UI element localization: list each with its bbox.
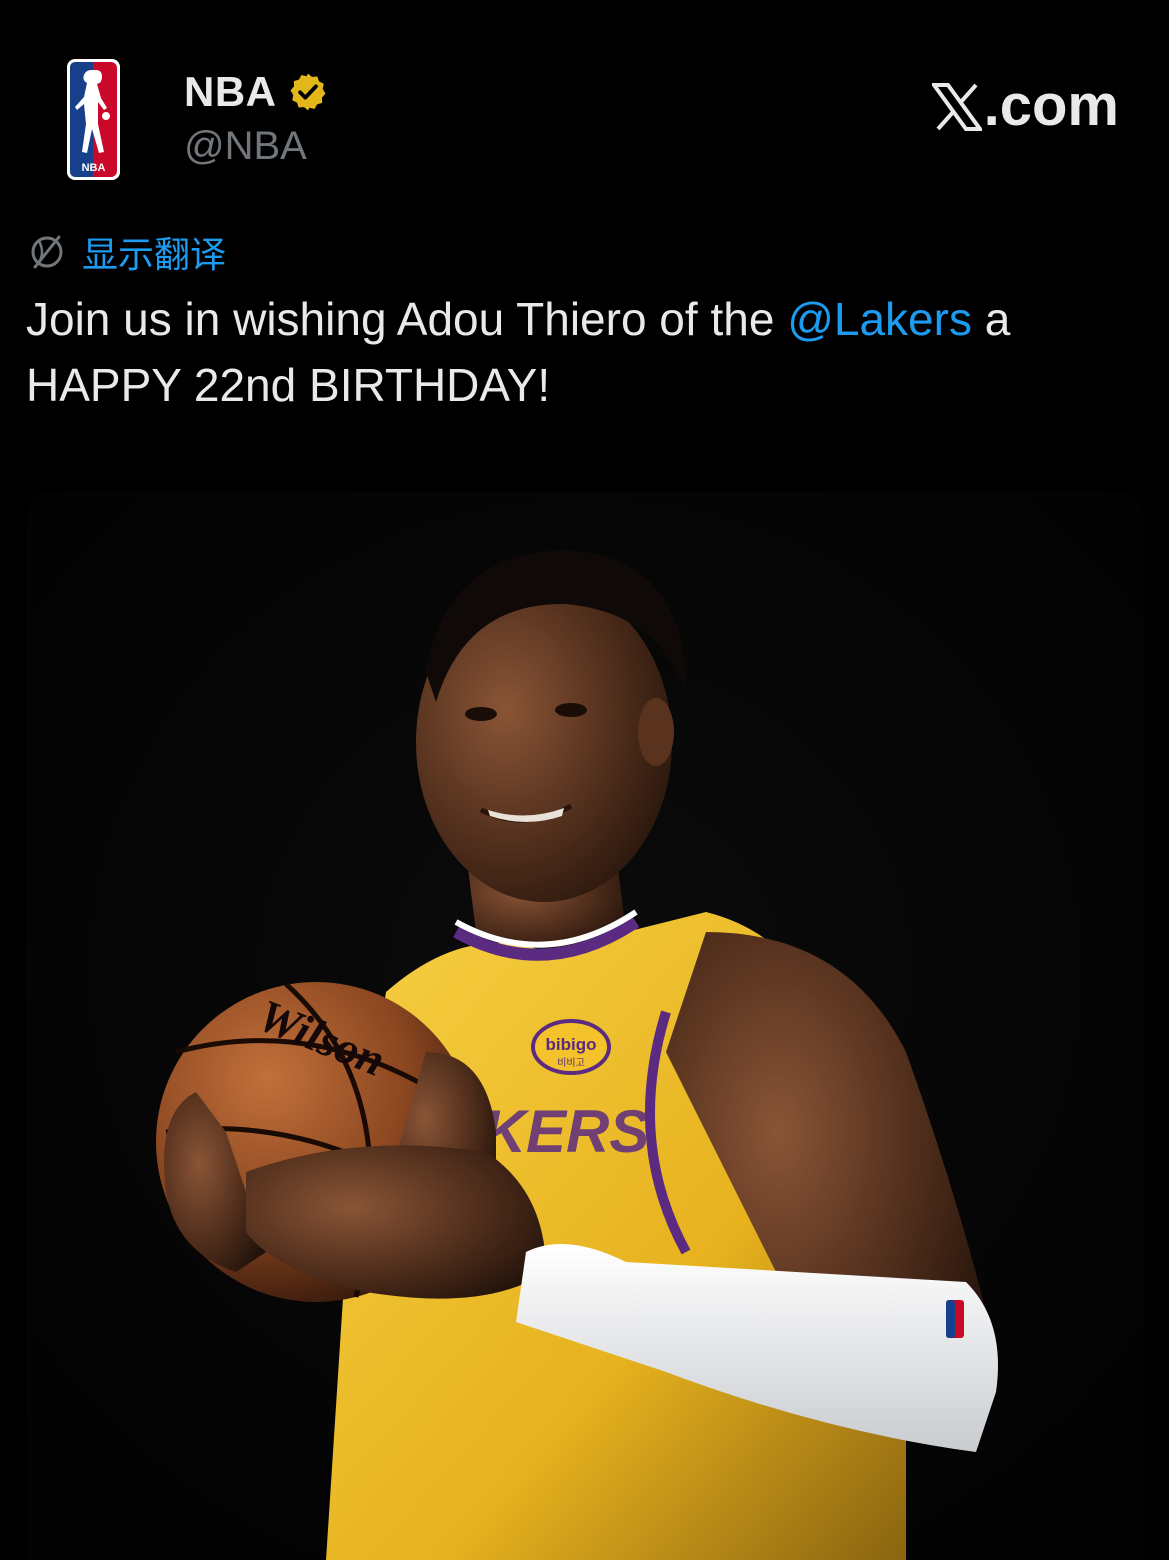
brand-suffix: .com bbox=[983, 73, 1119, 138]
show-translation-button[interactable]: 显示翻译 bbox=[26, 226, 226, 278]
jersey-patch-subtext: 비비고 bbox=[557, 1057, 585, 1069]
verified-badge-icon[interactable] bbox=[287, 71, 329, 113]
x-com-brand[interactable]: .com bbox=[929, 72, 1119, 139]
tweet-text: Join us in wishing Adou Thiero of the @L… bbox=[26, 286, 1136, 418]
x-logo-icon bbox=[929, 80, 984, 132]
globe-icon bbox=[26, 231, 68, 273]
jersey-patch-text: bibigo bbox=[546, 1035, 597, 1054]
show-translation-label[interactable]: 显示翻译 bbox=[82, 226, 226, 278]
tweet-photo[interactable]: bibigo 비비고 LAKERS Wilson bbox=[26, 492, 1144, 1560]
user-handle[interactable]: @NBA bbox=[184, 124, 307, 169]
display-name-text[interactable]: NBA bbox=[184, 68, 277, 116]
display-name[interactable]: NBA bbox=[184, 68, 329, 116]
nba-logo-icon[interactable]: NBA bbox=[66, 58, 121, 181]
svg-text:NBA: NBA bbox=[82, 162, 106, 174]
tweet-card: NBA NBA @NBA .com 显示翻译 Join us in wishin… bbox=[0, 0, 1169, 1560]
tweet-text-part: Join us in wishing Adou Thiero of the bbox=[26, 293, 788, 345]
mention-link[interactable]: @Lakers bbox=[787, 293, 972, 345]
